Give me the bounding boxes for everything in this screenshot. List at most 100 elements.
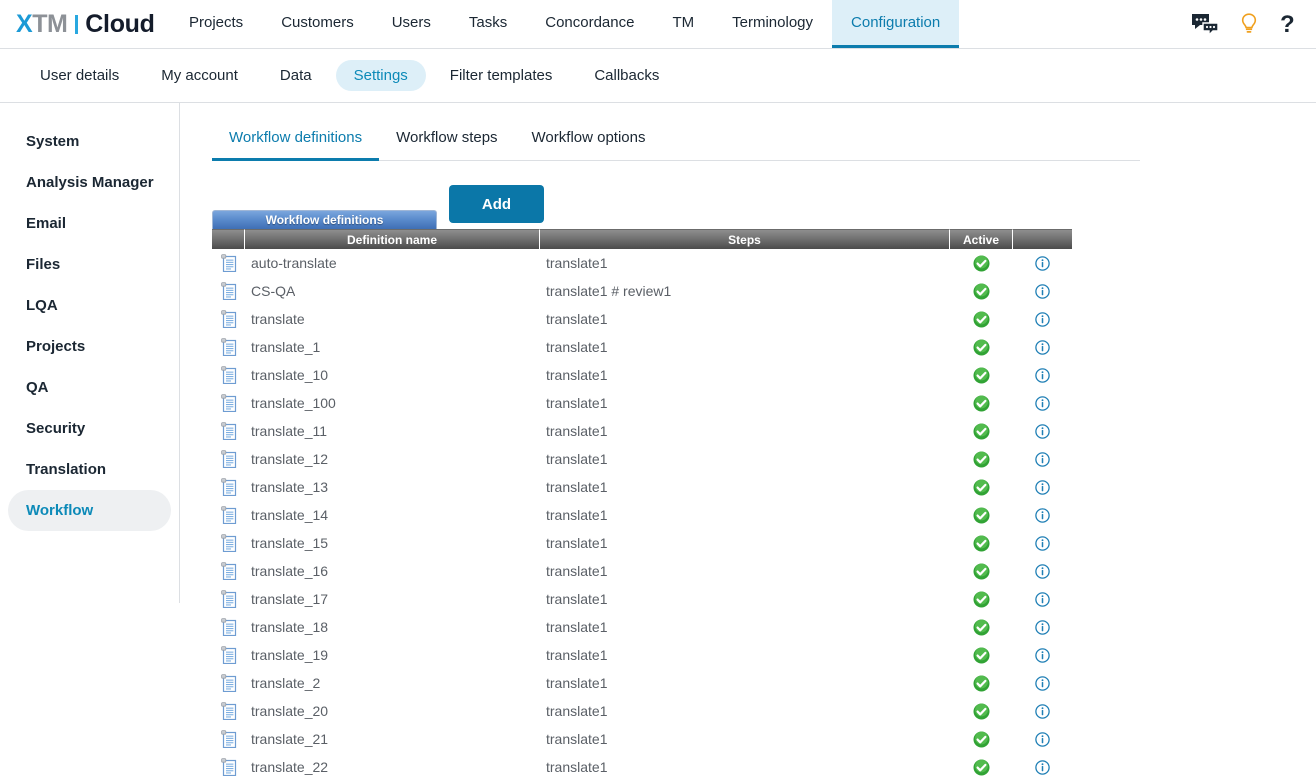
table-row[interactable]: translate_13 translate1 bbox=[212, 473, 1072, 501]
cell-info[interactable] bbox=[1013, 697, 1072, 725]
cell-definition-name[interactable]: translate_14 bbox=[245, 501, 540, 529]
workflow-definition-icon[interactable] bbox=[212, 277, 245, 305]
table-row[interactable]: translate_2 translate1 bbox=[212, 669, 1072, 697]
sidebar-item-files[interactable]: Files bbox=[8, 244, 171, 285]
cell-definition-name[interactable]: translate_22 bbox=[245, 753, 540, 779]
cell-info[interactable] bbox=[1013, 249, 1072, 277]
chat-icon[interactable] bbox=[1191, 13, 1219, 35]
cell-info[interactable] bbox=[1013, 361, 1072, 389]
column-header-definition-name[interactable]: Definition name bbox=[245, 229, 540, 249]
cell-definition-name[interactable]: translate_11 bbox=[245, 417, 540, 445]
cell-info[interactable] bbox=[1013, 669, 1072, 697]
cell-definition-name[interactable]: translate_12 bbox=[245, 445, 540, 473]
workflow-definition-icon[interactable] bbox=[212, 753, 245, 779]
info-icon[interactable] bbox=[1035, 507, 1050, 523]
table-row[interactable]: translate_19 translate1 bbox=[212, 641, 1072, 669]
table-row[interactable]: translate_100 translate1 bbox=[212, 389, 1072, 417]
cell-info[interactable] bbox=[1013, 557, 1072, 585]
cell-definition-name[interactable]: CS-QA bbox=[245, 277, 540, 305]
workflow-definition-icon[interactable] bbox=[212, 697, 245, 725]
sidebar-item-analysis-manager[interactable]: Analysis Manager bbox=[8, 162, 171, 203]
cell-definition-name[interactable]: translate_1 bbox=[245, 333, 540, 361]
workflow-definition-icon[interactable] bbox=[212, 389, 245, 417]
cell-info[interactable] bbox=[1013, 501, 1072, 529]
sidebar-item-qa[interactable]: QA bbox=[8, 367, 171, 408]
info-icon[interactable] bbox=[1035, 619, 1050, 635]
workflow-definition-icon[interactable] bbox=[212, 557, 245, 585]
cell-definition-name[interactable]: translate_17 bbox=[245, 585, 540, 613]
cell-definition-name[interactable]: translate_16 bbox=[245, 557, 540, 585]
cell-definition-name[interactable]: translate_10 bbox=[245, 361, 540, 389]
table-row[interactable]: translate_10 translate1 bbox=[212, 361, 1072, 389]
workflow-definition-icon[interactable] bbox=[212, 417, 245, 445]
workflow-definition-icon[interactable] bbox=[212, 725, 245, 753]
cell-info[interactable] bbox=[1013, 305, 1072, 333]
cell-definition-name[interactable]: translate_13 bbox=[245, 473, 540, 501]
info-icon[interactable] bbox=[1035, 339, 1050, 355]
info-icon[interactable] bbox=[1035, 451, 1050, 467]
cell-info[interactable] bbox=[1013, 585, 1072, 613]
info-icon[interactable] bbox=[1035, 703, 1050, 719]
workflow-definition-icon[interactable] bbox=[212, 669, 245, 697]
workflow-definition-icon[interactable] bbox=[212, 445, 245, 473]
cell-info[interactable] bbox=[1013, 641, 1072, 669]
cell-definition-name[interactable]: translate_19 bbox=[245, 641, 540, 669]
table-row[interactable]: translate_14 translate1 bbox=[212, 501, 1072, 529]
cell-definition-name[interactable]: translate_20 bbox=[245, 697, 540, 725]
cell-definition-name[interactable]: translate_100 bbox=[245, 389, 540, 417]
info-icon[interactable] bbox=[1035, 479, 1050, 495]
column-header-info[interactable] bbox=[1013, 229, 1072, 249]
cell-info[interactable] bbox=[1013, 529, 1072, 557]
cell-definition-name[interactable]: translate_2 bbox=[245, 669, 540, 697]
sidebar-item-lqa[interactable]: LQA bbox=[8, 285, 171, 326]
table-row[interactable]: auto-translate translate1 bbox=[212, 249, 1072, 277]
tab-workflow-definitions[interactable]: Workflow definitions bbox=[212, 129, 380, 161]
sidebar-item-email[interactable]: Email bbox=[8, 203, 171, 244]
sidebar-item-system[interactable]: System bbox=[8, 121, 171, 162]
workflow-definition-icon[interactable] bbox=[212, 585, 245, 613]
cell-info[interactable] bbox=[1013, 613, 1072, 641]
nav-item-tasks[interactable]: Tasks bbox=[450, 0, 526, 48]
cell-info[interactable] bbox=[1013, 473, 1072, 501]
info-icon[interactable] bbox=[1035, 675, 1050, 691]
nav-item-configuration[interactable]: Configuration bbox=[832, 0, 960, 48]
info-icon[interactable] bbox=[1035, 647, 1050, 663]
info-icon[interactable] bbox=[1035, 283, 1050, 299]
nav-item-concordance[interactable]: Concordance bbox=[526, 0, 653, 48]
table-row[interactable]: translate_1 translate1 bbox=[212, 333, 1072, 361]
workflow-definition-icon[interactable] bbox=[212, 333, 245, 361]
sidebar-item-translation[interactable]: Translation bbox=[8, 449, 171, 490]
tab-workflow-options[interactable]: Workflow options bbox=[515, 129, 663, 161]
add-button[interactable]: Add bbox=[449, 185, 544, 223]
table-row[interactable]: translate_12 translate1 bbox=[212, 445, 1072, 473]
info-icon[interactable] bbox=[1035, 255, 1050, 271]
info-icon[interactable] bbox=[1035, 563, 1050, 579]
subnav-item-settings[interactable]: Settings bbox=[335, 60, 426, 91]
workflow-definition-icon[interactable] bbox=[212, 529, 245, 557]
sidebar-item-workflow[interactable]: Workflow bbox=[8, 490, 171, 531]
workflow-definition-icon[interactable] bbox=[212, 361, 245, 389]
cell-info[interactable] bbox=[1013, 277, 1072, 305]
cell-definition-name[interactable]: translate bbox=[245, 305, 540, 333]
info-icon[interactable] bbox=[1035, 367, 1050, 383]
cell-info[interactable] bbox=[1013, 753, 1072, 779]
workflow-definition-icon[interactable] bbox=[212, 473, 245, 501]
nav-item-terminology[interactable]: Terminology bbox=[713, 0, 832, 48]
table-row[interactable]: CS-QA translate1 # review1 bbox=[212, 277, 1072, 305]
cell-info[interactable] bbox=[1013, 333, 1072, 361]
info-icon[interactable] bbox=[1035, 759, 1050, 775]
workflow-definition-icon[interactable] bbox=[212, 641, 245, 669]
subnav-item-data[interactable]: Data bbox=[262, 60, 330, 91]
table-row[interactable]: translate_22 translate1 bbox=[212, 753, 1072, 779]
workflow-definition-icon[interactable] bbox=[212, 249, 245, 277]
table-row[interactable]: translate_17 translate1 bbox=[212, 585, 1072, 613]
app-logo[interactable]: X TM Cloud bbox=[0, 0, 170, 48]
nav-item-customers[interactable]: Customers bbox=[262, 0, 373, 48]
table-row[interactable]: translate_16 translate1 bbox=[212, 557, 1072, 585]
subnav-item-callbacks[interactable]: Callbacks bbox=[576, 60, 677, 91]
lightbulb-icon[interactable] bbox=[1239, 12, 1259, 36]
cell-info[interactable] bbox=[1013, 389, 1072, 417]
subnav-item-my-account[interactable]: My account bbox=[143, 60, 256, 91]
help-icon[interactable]: ? bbox=[1279, 11, 1296, 37]
table-row[interactable]: translate_11 translate1 bbox=[212, 417, 1072, 445]
